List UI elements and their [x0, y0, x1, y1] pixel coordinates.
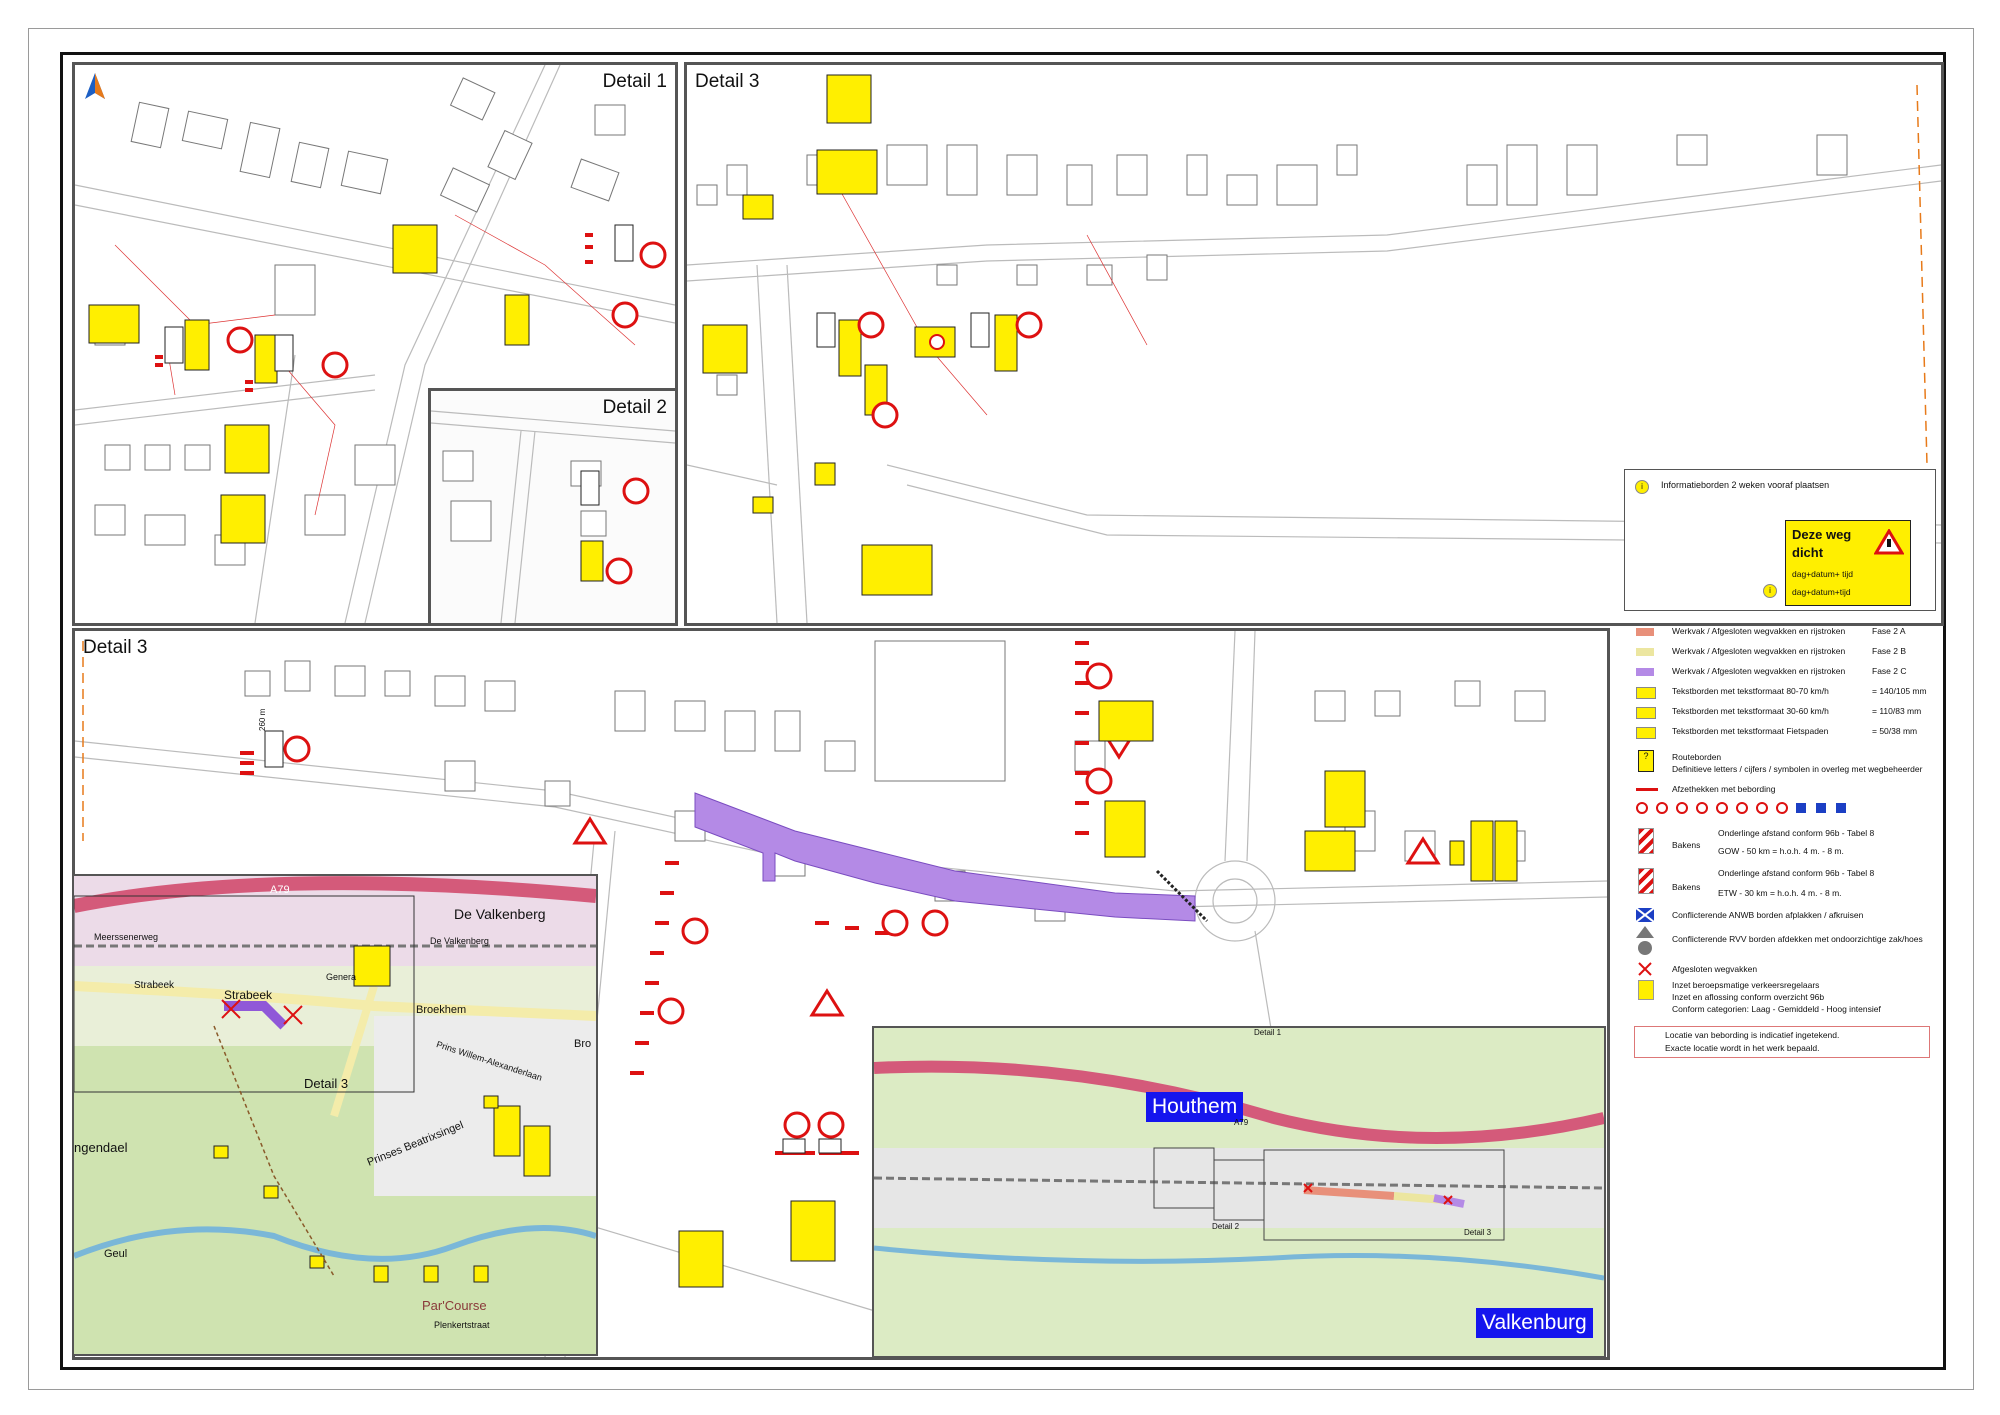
legend-bakens2-a: Onderlinge afstand conform 96b - Tabel 8	[1718, 868, 1875, 878]
legend-row: Tekstborden met tekstformaat 80-70 km/h =…	[1630, 684, 1930, 702]
inset-map-left: A79 De Valkenberg Meerssenerweg De Valke…	[72, 874, 598, 1356]
legend-swatch	[1636, 727, 1656, 739]
legend-afzet: Afzethekken met bebording	[1672, 784, 1776, 794]
barrier-icon	[1636, 788, 1658, 791]
inset-left-plenkert: Plenkertstraat	[434, 1320, 490, 1330]
legend-row: Tekstborden met tekstformaat 30-60 km/h =…	[1630, 704, 1930, 722]
road-closed-date-1: dag+datum+ tijd	[1792, 569, 1853, 579]
inset-left-meerssen: Meerssenerweg	[94, 932, 159, 942]
inset-left-bro: Bro	[574, 1038, 592, 1050]
location-note: Locatie van bebording is indicatief inge…	[1634, 1026, 1930, 1058]
legend-inzet-1: Inzet beroepsmatige verkeersregelaars	[1672, 980, 1820, 990]
inset-left-ngendael: ngendael	[74, 1140, 128, 1155]
route-sign-icon: ?	[1638, 750, 1654, 772]
panel-detail-2: Detail 2	[428, 388, 678, 626]
detail-1-title: Detail 1	[602, 71, 667, 92]
info-icon: i	[1635, 480, 1649, 494]
legend-routeborden-2: Definitieve letters / cijfers / symbolen…	[1672, 764, 1923, 774]
roadworks-warning-icon	[1874, 529, 1904, 555]
legend-bakens2-b: ETW - 30 km = h.o.h. 4 m. - 8 m.	[1718, 888, 1842, 898]
legend-swatch	[1636, 628, 1654, 636]
inset-left-geul: Geul	[104, 1248, 128, 1260]
detail-2-map	[431, 391, 675, 623]
legend-swatch	[1636, 648, 1654, 656]
rvv-cover-icon	[1636, 926, 1654, 955]
city-label-houthem: Houthem	[1146, 1092, 1244, 1122]
inset-left-valkenberg: De Valkenberg	[454, 906, 546, 922]
anwb-cross-icon	[1636, 908, 1654, 922]
inset-left-broekhem: Broekhem	[416, 1004, 467, 1016]
baken-icon	[1638, 828, 1654, 854]
info-line: Informatieborden 2 weken vooraf plaatsen	[1661, 480, 1830, 490]
detail-3-top-title: Detail 3	[695, 71, 760, 92]
legend-inzet-2: Inzet en aflossing conform overzicht 96b	[1672, 992, 1825, 1002]
legend-afgesloten: Afgesloten wegvakken	[1672, 964, 1758, 974]
road-closed-title-2: dicht	[1792, 545, 1824, 560]
legend-inzet-3: Conform categorien: Laag - Gemiddeld - H…	[1672, 1004, 1881, 1014]
inset-left-detail3: Detail 3	[304, 1076, 349, 1091]
legend-row: Werkvak / Afgesloten wegvakken en rijstr…	[1630, 664, 1930, 682]
inset-right-a79: A79	[1234, 1118, 1249, 1127]
inset-right-detail2: Detail 2	[1212, 1222, 1240, 1231]
detail-3-bottom-title: Detail 3	[83, 637, 148, 658]
legend-row: Tekstborden met tekstformaat Fietspaden =…	[1630, 724, 1930, 742]
city-label-valkenburg: Valkenburg	[1476, 1308, 1593, 1338]
inset-left-strabeek-2: Strabeek	[224, 988, 273, 1002]
road-closed-date-2: dag+datum+tijd	[1792, 587, 1851, 597]
inset-left-parcourse: Par'Course	[422, 1298, 487, 1313]
detail-2-title: Detail 2	[602, 397, 667, 418]
road-closed-title-1: Deze weg	[1792, 527, 1852, 542]
distance-label-260: 260 m	[258, 708, 267, 731]
closed-cross-icon	[1638, 962, 1652, 976]
legend-rvv: Conflicterende RVV borden afdekken met o…	[1672, 934, 1923, 944]
legend-swatch	[1636, 707, 1656, 719]
traffic-controller-icon	[1638, 980, 1654, 1000]
legend-anwb: Conflicterende ANWB borden afplakken / a…	[1672, 910, 1864, 920]
legend-sign-row-icons	[1636, 802, 1846, 814]
inset-left-a79: A79	[270, 884, 290, 896]
legend-swatch	[1636, 668, 1654, 676]
note-line-2: Exacte locatie wordt in het werk bepaald…	[1665, 1043, 1820, 1053]
inset-left-valkenberg2: De Valkenberg	[430, 936, 489, 946]
inset-right-map	[874, 1028, 1604, 1356]
legend-swatch	[1636, 687, 1656, 699]
legend: Werkvak / Afgesloten wegvakken en rijstr…	[1630, 624, 1930, 1064]
legend-bakens1-b: GOW - 50 km = h.o.h. 4 m. - 8 m.	[1718, 846, 1844, 856]
info-icon-2: i	[1763, 584, 1777, 598]
info-box: i Informatieborden 2 weken vooraf plaats…	[1624, 469, 1936, 611]
note-line-1: Locatie van bebording is indicatief inge…	[1665, 1030, 1840, 1040]
legend-bakens-label-1: Bakens	[1672, 840, 1701, 850]
legend-bakens1-a: Onderlinge afstand conform 96b - Tabel 8	[1718, 828, 1875, 838]
legend-row: Werkvak / Afgesloten wegvakken en rijstr…	[1630, 624, 1930, 642]
baken-icon-2	[1638, 868, 1654, 894]
inset-right-detail3: Detail 3	[1464, 1228, 1492, 1237]
sign-group-top	[702, 74, 1043, 596]
legend-row: Werkvak / Afgesloten wegvakken en rijstr…	[1630, 644, 1930, 662]
inset-left-genera: Genera	[326, 972, 357, 982]
inset-map-right: Houthem Valkenburg A79 Detail 1 Detail 2…	[872, 1026, 1606, 1358]
north-arrow-icon	[85, 73, 105, 99]
road-closed-sign: Deze weg dicht dag+datum+ tijd dag+datum…	[1785, 520, 1911, 606]
inset-right-detail1: Detail 1	[1254, 1028, 1282, 1037]
legend-bakens-label-2: Bakens	[1672, 882, 1701, 892]
inset-left-map	[74, 876, 596, 1354]
legend-routeborden-1: Routeborden	[1672, 752, 1722, 762]
inset-left-strabeek: Strabeek	[134, 980, 175, 991]
